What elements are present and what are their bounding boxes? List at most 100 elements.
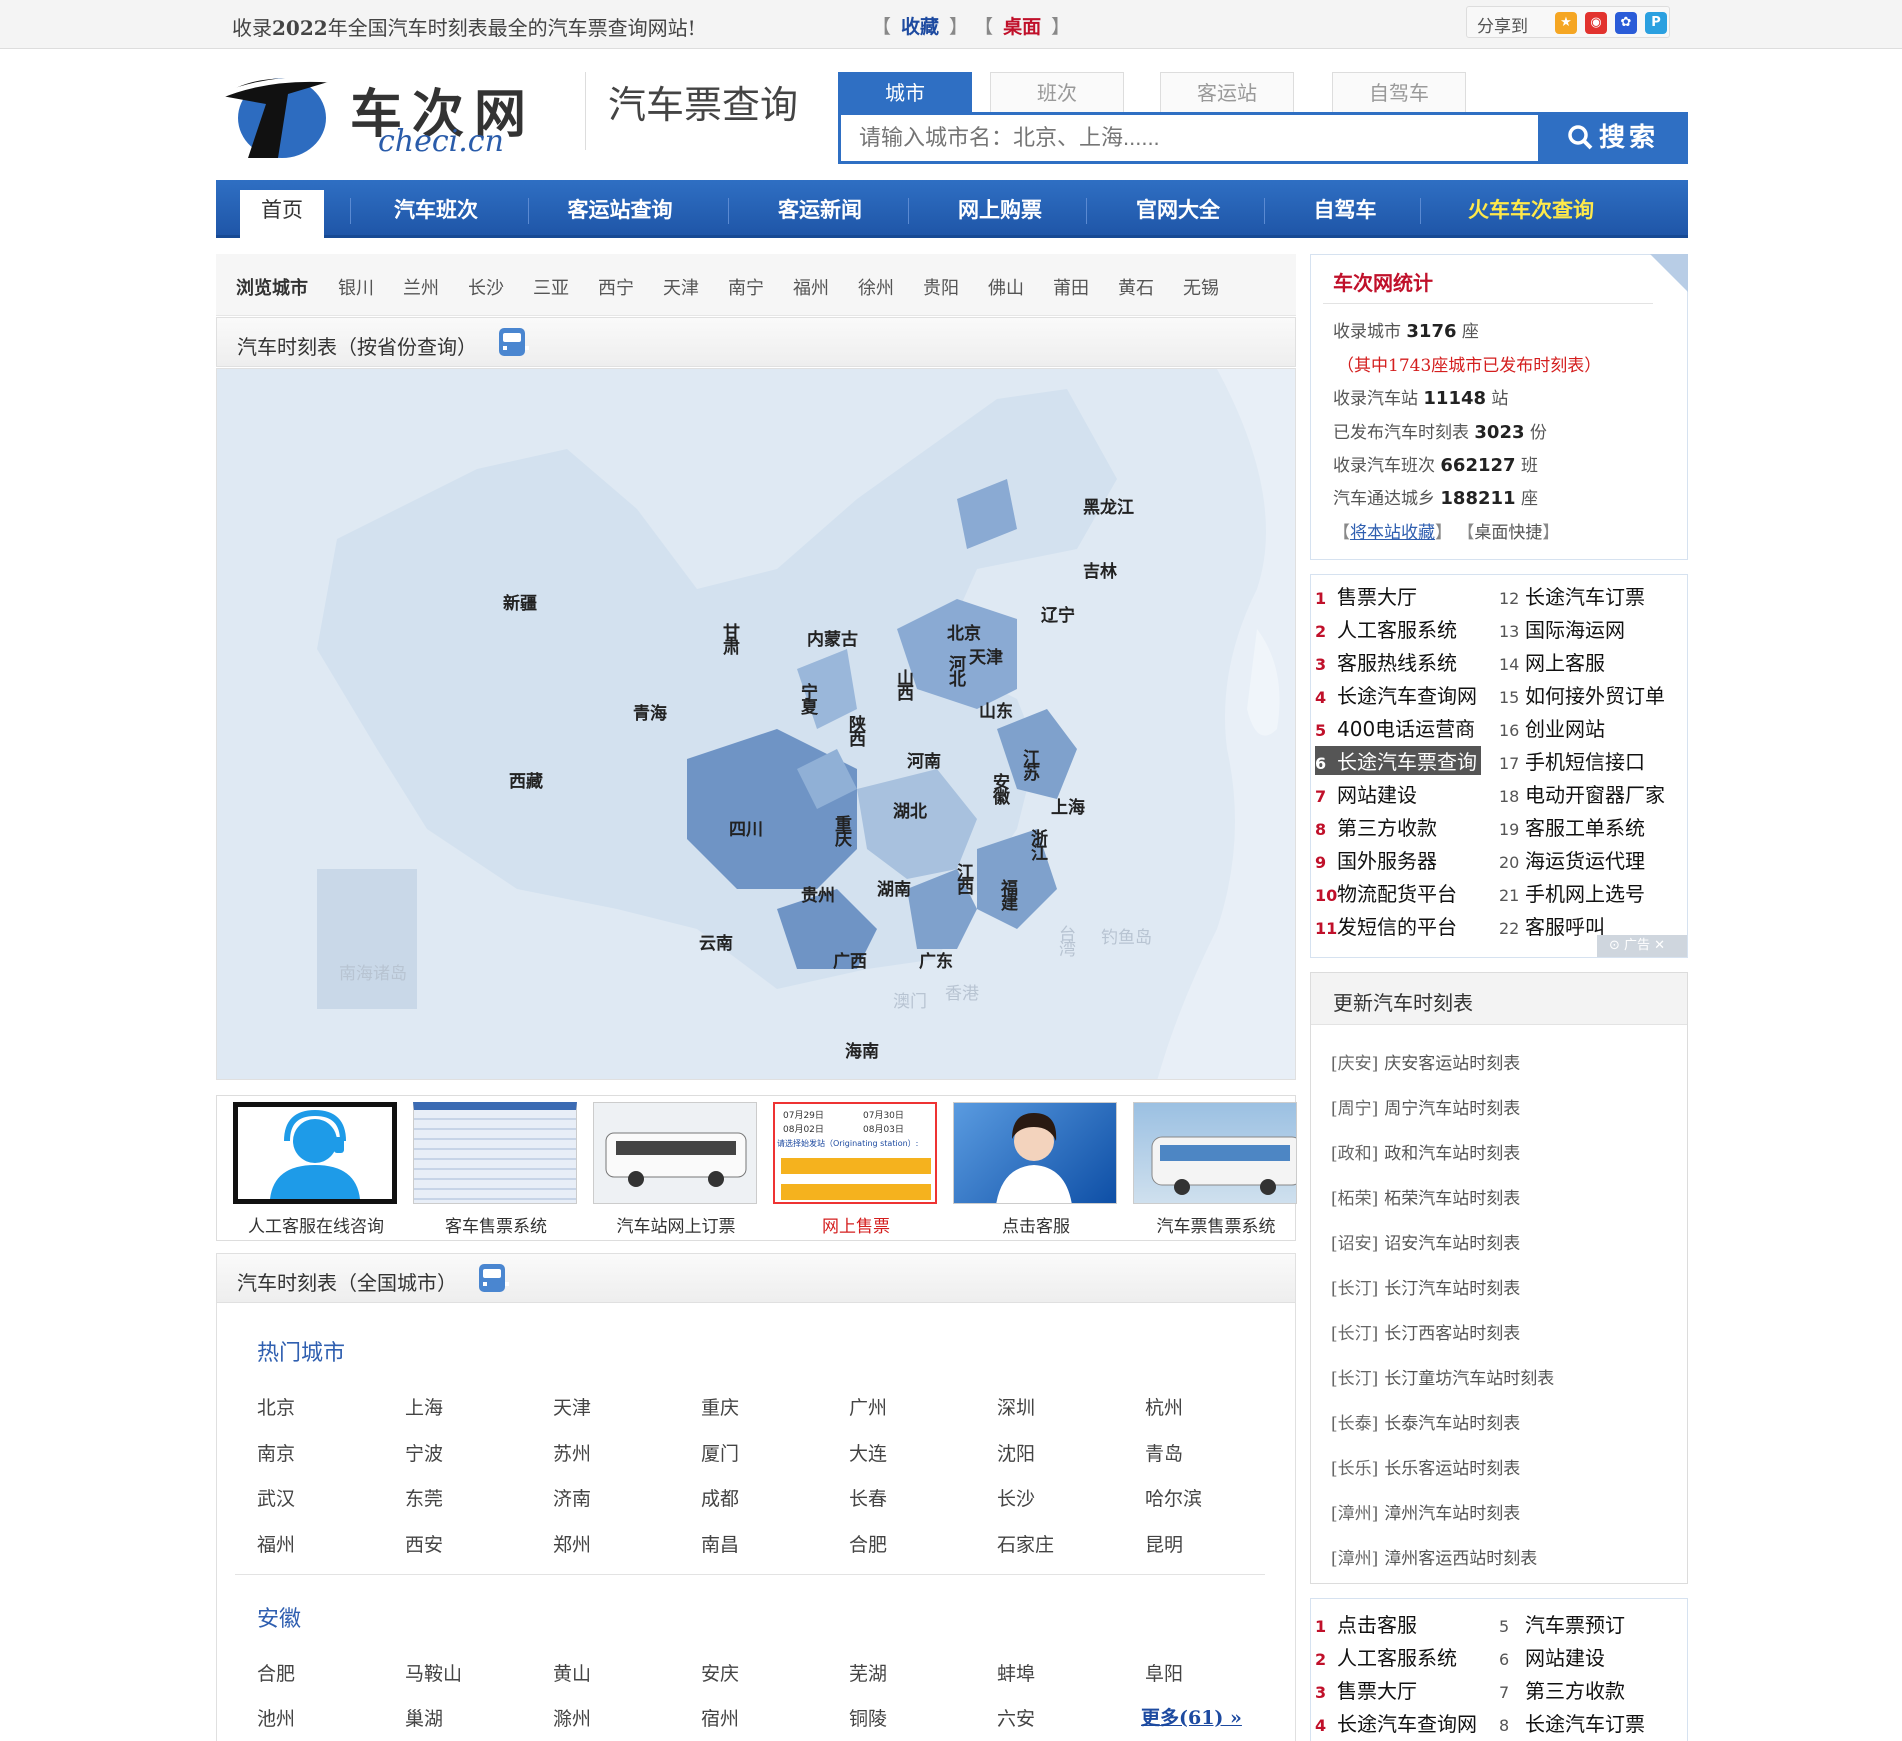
- sponsored-link[interactable]: 12 长途汽车订票: [1499, 581, 1645, 610]
- hot-city-link[interactable]: 长沙: [997, 1484, 1035, 1511]
- browse-city[interactable]: 莆田: [1053, 274, 1089, 300]
- hot-city-link[interactable]: 成都: [701, 1484, 739, 1511]
- thumb-online-sales[interactable]: 07月29日 07月30日 08月02日 08月03日 请选择始发站（Origi…: [771, 1102, 937, 1237]
- sponsored-link[interactable]: 22 客服呼叫: [1499, 911, 1605, 940]
- timetable-update-link[interactable]: [诏安] 诏安汽车站时刻表: [1331, 1229, 1520, 1254]
- map-label[interactable]: 天津: [969, 643, 1003, 668]
- anhui-city-link[interactable]: 合肥: [257, 1659, 295, 1686]
- sponsored-link[interactable]: 6 长途汽车票查询: [1315, 746, 1481, 775]
- map-label[interactable]: 贵州: [801, 881, 835, 906]
- timetable-update-link[interactable]: [长汀] 长汀童坊汽车站时刻表: [1331, 1364, 1554, 1389]
- sponsored-link[interactable]: 2 人工客服系统: [1315, 1642, 1457, 1671]
- anhui-city-link[interactable]: 滁州: [553, 1704, 591, 1731]
- sponsored-link[interactable]: 18 电动开窗器厂家: [1499, 779, 1665, 808]
- hot-city-link[interactable]: 武汉: [257, 1484, 295, 1511]
- browse-city[interactable]: 银川: [338, 274, 374, 300]
- timetable-update-link[interactable]: [政和] 政和汽车站时刻表: [1331, 1139, 1520, 1164]
- nav-buy-tickets[interactable]: 网上购票: [914, 190, 1086, 238]
- browse-city[interactable]: 福州: [793, 274, 829, 300]
- sponsored-link[interactable]: 11发短信的平台: [1315, 911, 1457, 940]
- hot-city-link[interactable]: 宁波: [405, 1439, 443, 1466]
- nav-station-query[interactable]: 客运站查询: [534, 190, 706, 238]
- hot-city-link[interactable]: 西安: [405, 1530, 443, 1557]
- hot-city-link[interactable]: 大连: [849, 1439, 887, 1466]
- sponsored-link[interactable]: 1 点击客服: [1315, 1609, 1417, 1638]
- anhui-city-link[interactable]: 巢湖: [405, 1704, 443, 1731]
- sponsored-link[interactable]: 20 海运货运代理: [1499, 845, 1645, 874]
- anhui-city-link[interactable]: 铜陵: [849, 1704, 887, 1731]
- hot-city-link[interactable]: 石家庄: [997, 1530, 1054, 1557]
- sponsored-link[interactable]: 4 长途汽车查询网: [1315, 1708, 1477, 1737]
- search-input[interactable]: [841, 115, 1534, 161]
- timetable-update-link[interactable]: [柘荣] 柘荣汽车站时刻表: [1331, 1184, 1520, 1209]
- sponsored-link[interactable]: 5 汽车票预订: [1499, 1609, 1625, 1638]
- browse-city[interactable]: 西宁: [598, 274, 634, 300]
- timetable-update-link[interactable]: [漳州] 漳州客运西站时刻表: [1331, 1544, 1537, 1569]
- sponsored-link[interactable]: 14 网上客服: [1499, 647, 1605, 676]
- browse-city[interactable]: 佛山: [988, 274, 1024, 300]
- anhui-city-link[interactable]: 六安: [997, 1704, 1035, 1731]
- hot-city-link[interactable]: 天津: [553, 1393, 591, 1420]
- timetable-update-link[interactable]: [漳州] 漳州汽车站时刻表: [1331, 1499, 1520, 1524]
- sponsored-link[interactable]: 4 长途汽车查询网: [1315, 680, 1477, 709]
- map-label[interactable]: 江西: [951, 863, 976, 893]
- thumb-ticket-system[interactable]: 客车售票系统: [411, 1102, 577, 1237]
- nav-news[interactable]: 客运新闻: [734, 190, 906, 238]
- map-label[interactable]: 宁夏: [795, 683, 820, 713]
- sponsored-link[interactable]: 9 国外服务器: [1315, 845, 1437, 874]
- hot-city-link[interactable]: 北京: [257, 1393, 295, 1420]
- map-label[interactable]: 浙江: [1025, 829, 1050, 859]
- browse-city[interactable]: 黄石: [1118, 274, 1154, 300]
- sponsored-link[interactable]: 19 客服工单系统: [1499, 812, 1645, 841]
- nav-self-drive[interactable]: 自驾车: [1270, 190, 1420, 238]
- map-label[interactable]: 河北: [943, 655, 968, 685]
- timetable-update-link[interactable]: [庆安] 庆安客运站时刻表: [1331, 1049, 1520, 1074]
- anhui-city-link[interactable]: 芜湖: [849, 1659, 887, 1686]
- qq-icon[interactable]: P: [1645, 12, 1667, 34]
- hot-city-link[interactable]: 广州: [849, 1393, 887, 1420]
- nav-home[interactable]: 首页: [240, 190, 324, 238]
- hot-city-link[interactable]: 上海: [405, 1393, 443, 1420]
- hot-city-link[interactable]: 济南: [553, 1484, 591, 1511]
- thumb-station-booking[interactable]: 汽车站网上订票: [591, 1102, 757, 1237]
- browse-city[interactable]: 南宁: [728, 274, 764, 300]
- map-label[interactable]: 新疆: [503, 589, 537, 614]
- timetable-update-link[interactable]: [长汀] 长汀汽车站时刻表: [1331, 1274, 1520, 1299]
- sponsored-link[interactable]: 10物流配货平台: [1315, 878, 1457, 907]
- map-label[interactable]: 香港: [945, 979, 979, 1004]
- map-label[interactable]: 上海: [1051, 793, 1085, 818]
- map-label[interactable]: 山西: [891, 669, 916, 699]
- hot-city-link[interactable]: 苏州: [553, 1439, 591, 1466]
- bookmark-site-link[interactable]: 将本站收藏: [1350, 523, 1435, 543]
- sponsored-link[interactable]: 2 人工客服系统: [1315, 614, 1457, 643]
- browse-city[interactable]: 天津: [663, 274, 699, 300]
- map-label[interactable]: 湖北: [893, 797, 927, 822]
- timetable-update-link[interactable]: [长乐] 长乐客运站时刻表: [1331, 1454, 1520, 1479]
- nav-train-query[interactable]: 火车车次查询: [1426, 190, 1636, 238]
- more-anhui-link[interactable]: 更多(61) »: [1141, 1703, 1242, 1730]
- hot-city-link[interactable]: 合肥: [849, 1530, 887, 1557]
- browse-city[interactable]: 兰州: [403, 274, 439, 300]
- map-label[interactable]: 吉林: [1083, 557, 1117, 582]
- sponsored-link[interactable]: 16 创业网站: [1499, 713, 1605, 742]
- hot-city-link[interactable]: 厦门: [701, 1439, 739, 1466]
- sponsored-link[interactable]: 7 第三方收款: [1499, 1675, 1625, 1704]
- search-tab-city[interactable]: 城市: [838, 72, 972, 112]
- hot-city-link[interactable]: 福州: [257, 1530, 295, 1557]
- bookmark-link[interactable]: 收藏: [901, 16, 939, 38]
- hot-city-link[interactable]: 东莞: [405, 1484, 443, 1511]
- anhui-city-link[interactable]: 宿州: [701, 1704, 739, 1731]
- timetable-update-link[interactable]: [周宁] 周宁汽车站时刻表: [1331, 1094, 1520, 1119]
- anhui-city-link[interactable]: 黄山: [553, 1659, 591, 1686]
- hot-city-link[interactable]: 南京: [257, 1439, 295, 1466]
- map-label[interactable]: 广西: [833, 947, 867, 972]
- hot-city-link[interactable]: 南昌: [701, 1530, 739, 1557]
- timetable-update-link[interactable]: [长汀] 长汀西客站时刻表: [1331, 1319, 1520, 1344]
- map-label[interactable]: 辽宁: [1041, 601, 1075, 626]
- hot-city-link[interactable]: 沈阳: [997, 1439, 1035, 1466]
- hot-city-link[interactable]: 青岛: [1145, 1439, 1183, 1466]
- browse-city[interactable]: 三亚: [533, 274, 569, 300]
- desktop-shortcut-link[interactable]: 桌面: [1003, 16, 1041, 38]
- sponsored-link[interactable]: 17 手机短信接口: [1499, 746, 1645, 775]
- map-label[interactable]: 重庆: [829, 815, 854, 845]
